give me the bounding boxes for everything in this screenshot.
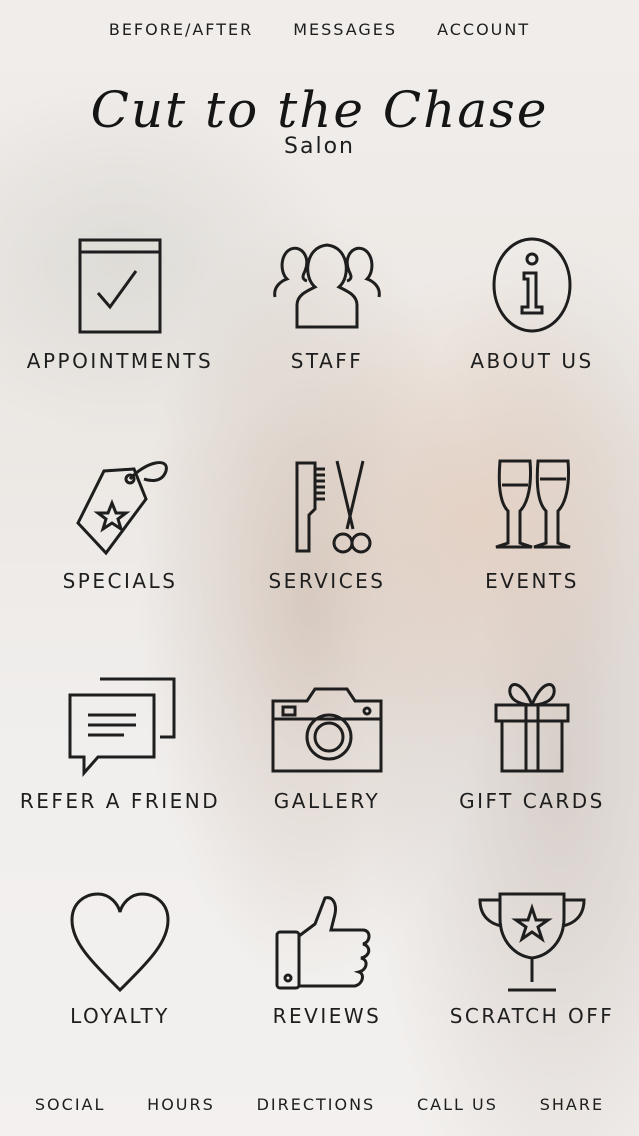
- hours-link[interactable]: HOURS: [147, 1095, 215, 1125]
- tile-label: REVIEWS: [272, 1004, 382, 1028]
- tile-about-us[interactable]: ABOUT US: [427, 235, 637, 405]
- tile-gallery[interactable]: GALLERY: [222, 675, 432, 845]
- tile-services[interactable]: SERVICES: [222, 455, 432, 625]
- tile-label: REFER A FRIEND: [19, 789, 221, 813]
- heart-icon: [70, 892, 170, 993]
- tile-loyalty[interactable]: LOYALTY: [15, 890, 225, 1060]
- directions-link[interactable]: DIRECTIONS: [257, 1095, 376, 1125]
- tile-label: ABOUT US: [470, 349, 594, 373]
- tile-label: SCRATCH OFF: [449, 1004, 615, 1028]
- price-tag-star-icon: [76, 461, 168, 556]
- gift-icon: [494, 683, 570, 773]
- tile-label: APPOINTMENTS: [26, 349, 214, 373]
- trophy-icon: [478, 892, 586, 992]
- tile-specials[interactable]: SPECIALS: [15, 455, 225, 625]
- tile-gift-cards[interactable]: GIFT CARDS: [427, 675, 637, 845]
- before-after-link[interactable]: BEFORE/AFTER: [109, 20, 253, 48]
- tile-label: STAFF: [290, 349, 364, 373]
- tile-label: SERVICES: [268, 569, 386, 593]
- tile-label: EVENTS: [485, 569, 579, 593]
- account-link[interactable]: ACCOUNT: [437, 20, 530, 48]
- tile-scratch-off[interactable]: SCRATCH OFF: [427, 890, 637, 1060]
- tile-events[interactable]: EVENTS: [427, 455, 637, 625]
- tile-staff[interactable]: STAFF: [222, 235, 432, 405]
- tile-appointments[interactable]: APPOINTMENTS: [15, 235, 225, 405]
- call-us-link[interactable]: CALL US: [417, 1095, 498, 1125]
- salon-logo: Cut to the Chase Salon: [0, 80, 639, 159]
- chat-bubbles-icon: [68, 677, 176, 777]
- tile-label: SPECIALS: [62, 569, 178, 593]
- logo-script-text: Cut to the Chase: [90, 81, 549, 139]
- tile-refer-a-friend[interactable]: REFER A FRIEND: [15, 675, 225, 845]
- tile-reviews[interactable]: REVIEWS: [222, 890, 432, 1060]
- share-link[interactable]: SHARE: [540, 1095, 604, 1125]
- tile-label: GALLERY: [273, 789, 381, 813]
- thumbs-up-icon: [275, 896, 371, 990]
- info-icon: [492, 237, 572, 333]
- tile-label: LOYALTY: [70, 1004, 170, 1028]
- wine-glasses-icon: [495, 459, 571, 549]
- messages-link[interactable]: MESSAGES: [293, 20, 397, 48]
- camera-icon: [271, 687, 383, 773]
- bottom-nav: SOCIAL HOURS DIRECTIONS CALL US SHARE: [0, 1095, 639, 1125]
- comb-scissors-icon: [295, 460, 372, 554]
- calendar-check-icon: [78, 238, 162, 334]
- people-icon: [273, 243, 381, 329]
- tile-label: GIFT CARDS: [459, 789, 605, 813]
- social-link[interactable]: SOCIAL: [35, 1095, 106, 1125]
- top-nav: BEFORE/AFTER MESSAGES ACCOUNT: [0, 20, 639, 48]
